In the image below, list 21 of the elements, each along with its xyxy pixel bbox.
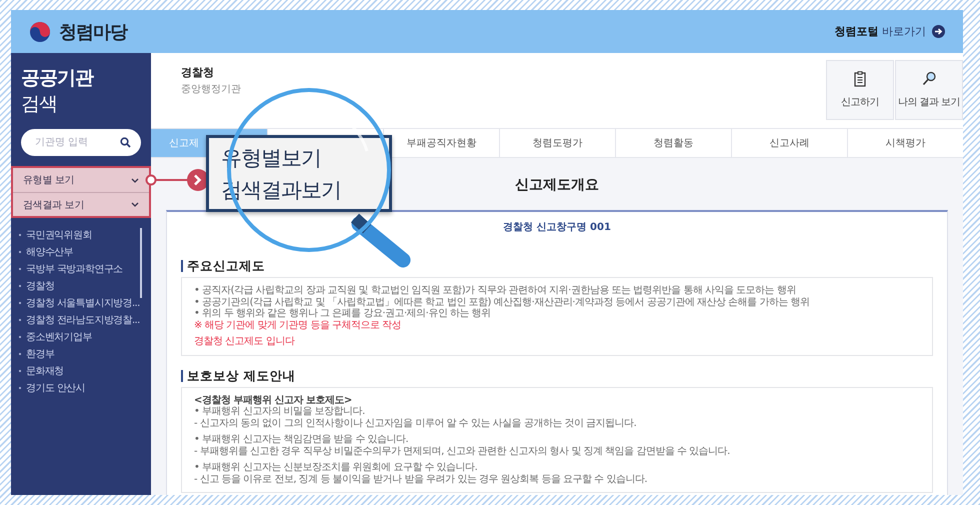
text-line: • 부패행위 신고자는 신분보장조치를 위원회에 요구할 수 있습니다. (194, 462, 478, 474)
sidebar-title: 공공기관 (21, 66, 93, 91)
page-title: 신고제도개요 (515, 176, 599, 194)
text-line: <경찰청 부패행위 신고자 보호제도> (194, 394, 352, 406)
text-line: - 신고 등을 이유로 전보, 징계 등 불이익을 받거나 받을 우려가 있는 경우 원상회복 등을 요구할 수 있습니다. (194, 474, 648, 485)
notice-text: ※ 해당 기관에 맞게 기관명 등을 구체적으로 작성 (194, 320, 402, 331)
text-line: - 신고자의 동의 없이 그의 인적사항이나 신고자임을 미루어 알 수 있는 사실을 공개하는 것이 금지됩니다. (194, 418, 636, 429)
sidebar-subtitle: 검색 (21, 92, 57, 117)
site-title: 청렴마당 (59, 20, 127, 44)
text-line: • 위의 두 행위와 같은 행위나 그 은폐를 강요·권고·제의·유인 하는 행위 (194, 308, 491, 320)
text-line: • 공공기관의(각급 사립학교 및 「사립학교법」에따른 학교 법인 포함) 예산집행·재산관리·계약과정 등에서 공공기관에 재산상 손해를 가하는 행위 (194, 296, 810, 308)
text-line: - 부패행위를 신고한 경우 직무상 비밀준수의무가 면제되며, 신고와 관련한 신고자의 형사 및 징계 책임을 감면받을 수 있습니다. (194, 446, 730, 457)
text-line: • 부패행위 신고자는 책임감면을 받을 수 있습니다. (194, 434, 408, 446)
section-heading: 주요신고제도 (181, 260, 265, 272)
section-heading: 보호보상 제도안내 (181, 370, 296, 382)
agency-type: 중앙행정기관 (181, 83, 241, 96)
notice-text: 경찰청 신고제도 입니다 (194, 336, 294, 348)
text-line: • 부패행위 신고자의 비밀을 보장합니다. (194, 406, 365, 418)
agency-name: 경찰청 (181, 65, 215, 80)
text-line: • 공직자(각급 사립학교의 장과 교직원 및 학교법인 임직원 포함)가 직무와 관련하여 지위·권한남용 또는 법령위반을 통해 사익을 도모하는 행위 (194, 285, 796, 296)
channel-name: 경찰청 신고창구명 001 (503, 221, 611, 234)
